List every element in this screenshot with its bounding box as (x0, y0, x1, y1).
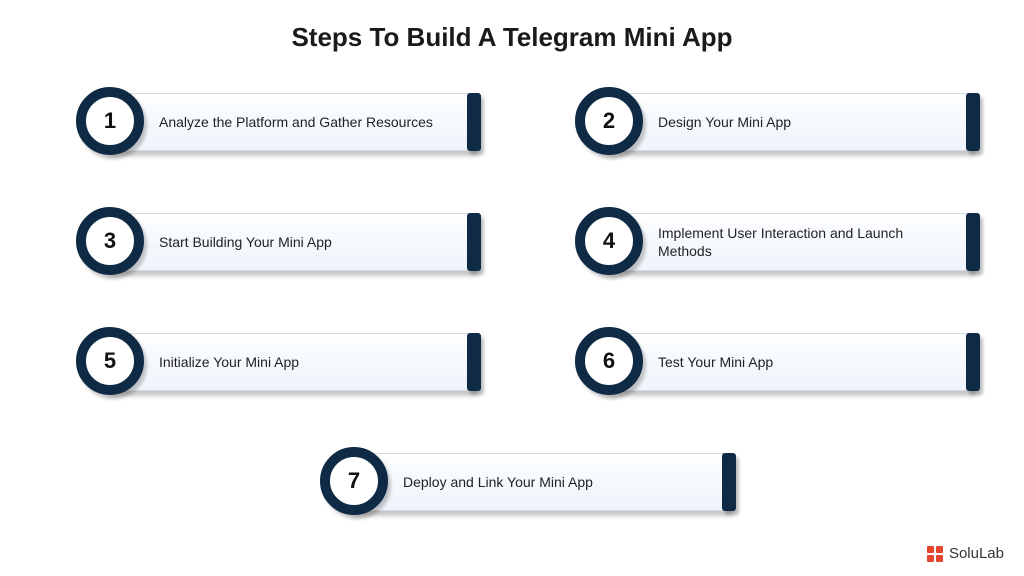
steps-grid: Analyze the Platform and Gather Resource… (0, 63, 1024, 521)
step-end-tab (966, 333, 980, 391)
brand-icon (927, 546, 943, 562)
step-bar: Test Your Mini App (601, 333, 974, 391)
step-2: Design Your Mini App 2 (547, 81, 976, 161)
step-3: Start Building Your Mini App 3 (48, 201, 477, 281)
step-1: Analyze the Platform and Gather Resource… (48, 81, 477, 161)
step-label: Start Building Your Mini App (159, 233, 332, 251)
step-bar: Initialize Your Mini App (102, 333, 475, 391)
step-7: Deploy and Link Your Mini App 7 (292, 441, 732, 521)
brand-name: SoluLab (949, 545, 1004, 562)
step-4: Implement User Interaction and Launch Me… (547, 201, 976, 281)
step-number-badge: 4 (575, 207, 643, 275)
step-label: Design Your Mini App (658, 113, 791, 131)
brand-logo: SoluLab (927, 545, 1004, 562)
step-number-badge: 5 (76, 327, 144, 395)
step-end-tab (966, 213, 980, 271)
step-bar: Deploy and Link Your Mini App (346, 453, 730, 511)
step-bar: Analyze the Platform and Gather Resource… (102, 93, 475, 151)
step-bar: Implement User Interaction and Launch Me… (601, 213, 974, 271)
step-5: Initialize Your Mini App 5 (48, 321, 477, 401)
step-end-tab (722, 453, 736, 511)
step-label: Deploy and Link Your Mini App (403, 473, 593, 491)
step-number-badge: 1 (76, 87, 144, 155)
step-number-badge: 3 (76, 207, 144, 275)
step-bar: Design Your Mini App (601, 93, 974, 151)
step-label: Implement User Interaction and Launch Me… (658, 224, 943, 260)
step-number-badge: 2 (575, 87, 643, 155)
step-label: Initialize Your Mini App (159, 353, 299, 371)
step-6: Test Your Mini App 6 (547, 321, 976, 401)
step-end-tab (467, 93, 481, 151)
step-end-tab (467, 213, 481, 271)
step-number-badge: 7 (320, 447, 388, 515)
step-bar: Start Building Your Mini App (102, 213, 475, 271)
step-end-tab (966, 93, 980, 151)
step-label: Test Your Mini App (658, 353, 773, 371)
step-end-tab (467, 333, 481, 391)
page-title: Steps To Build A Telegram Mini App (0, 0, 1024, 63)
step-number-badge: 6 (575, 327, 643, 395)
step-label: Analyze the Platform and Gather Resource… (159, 113, 433, 131)
